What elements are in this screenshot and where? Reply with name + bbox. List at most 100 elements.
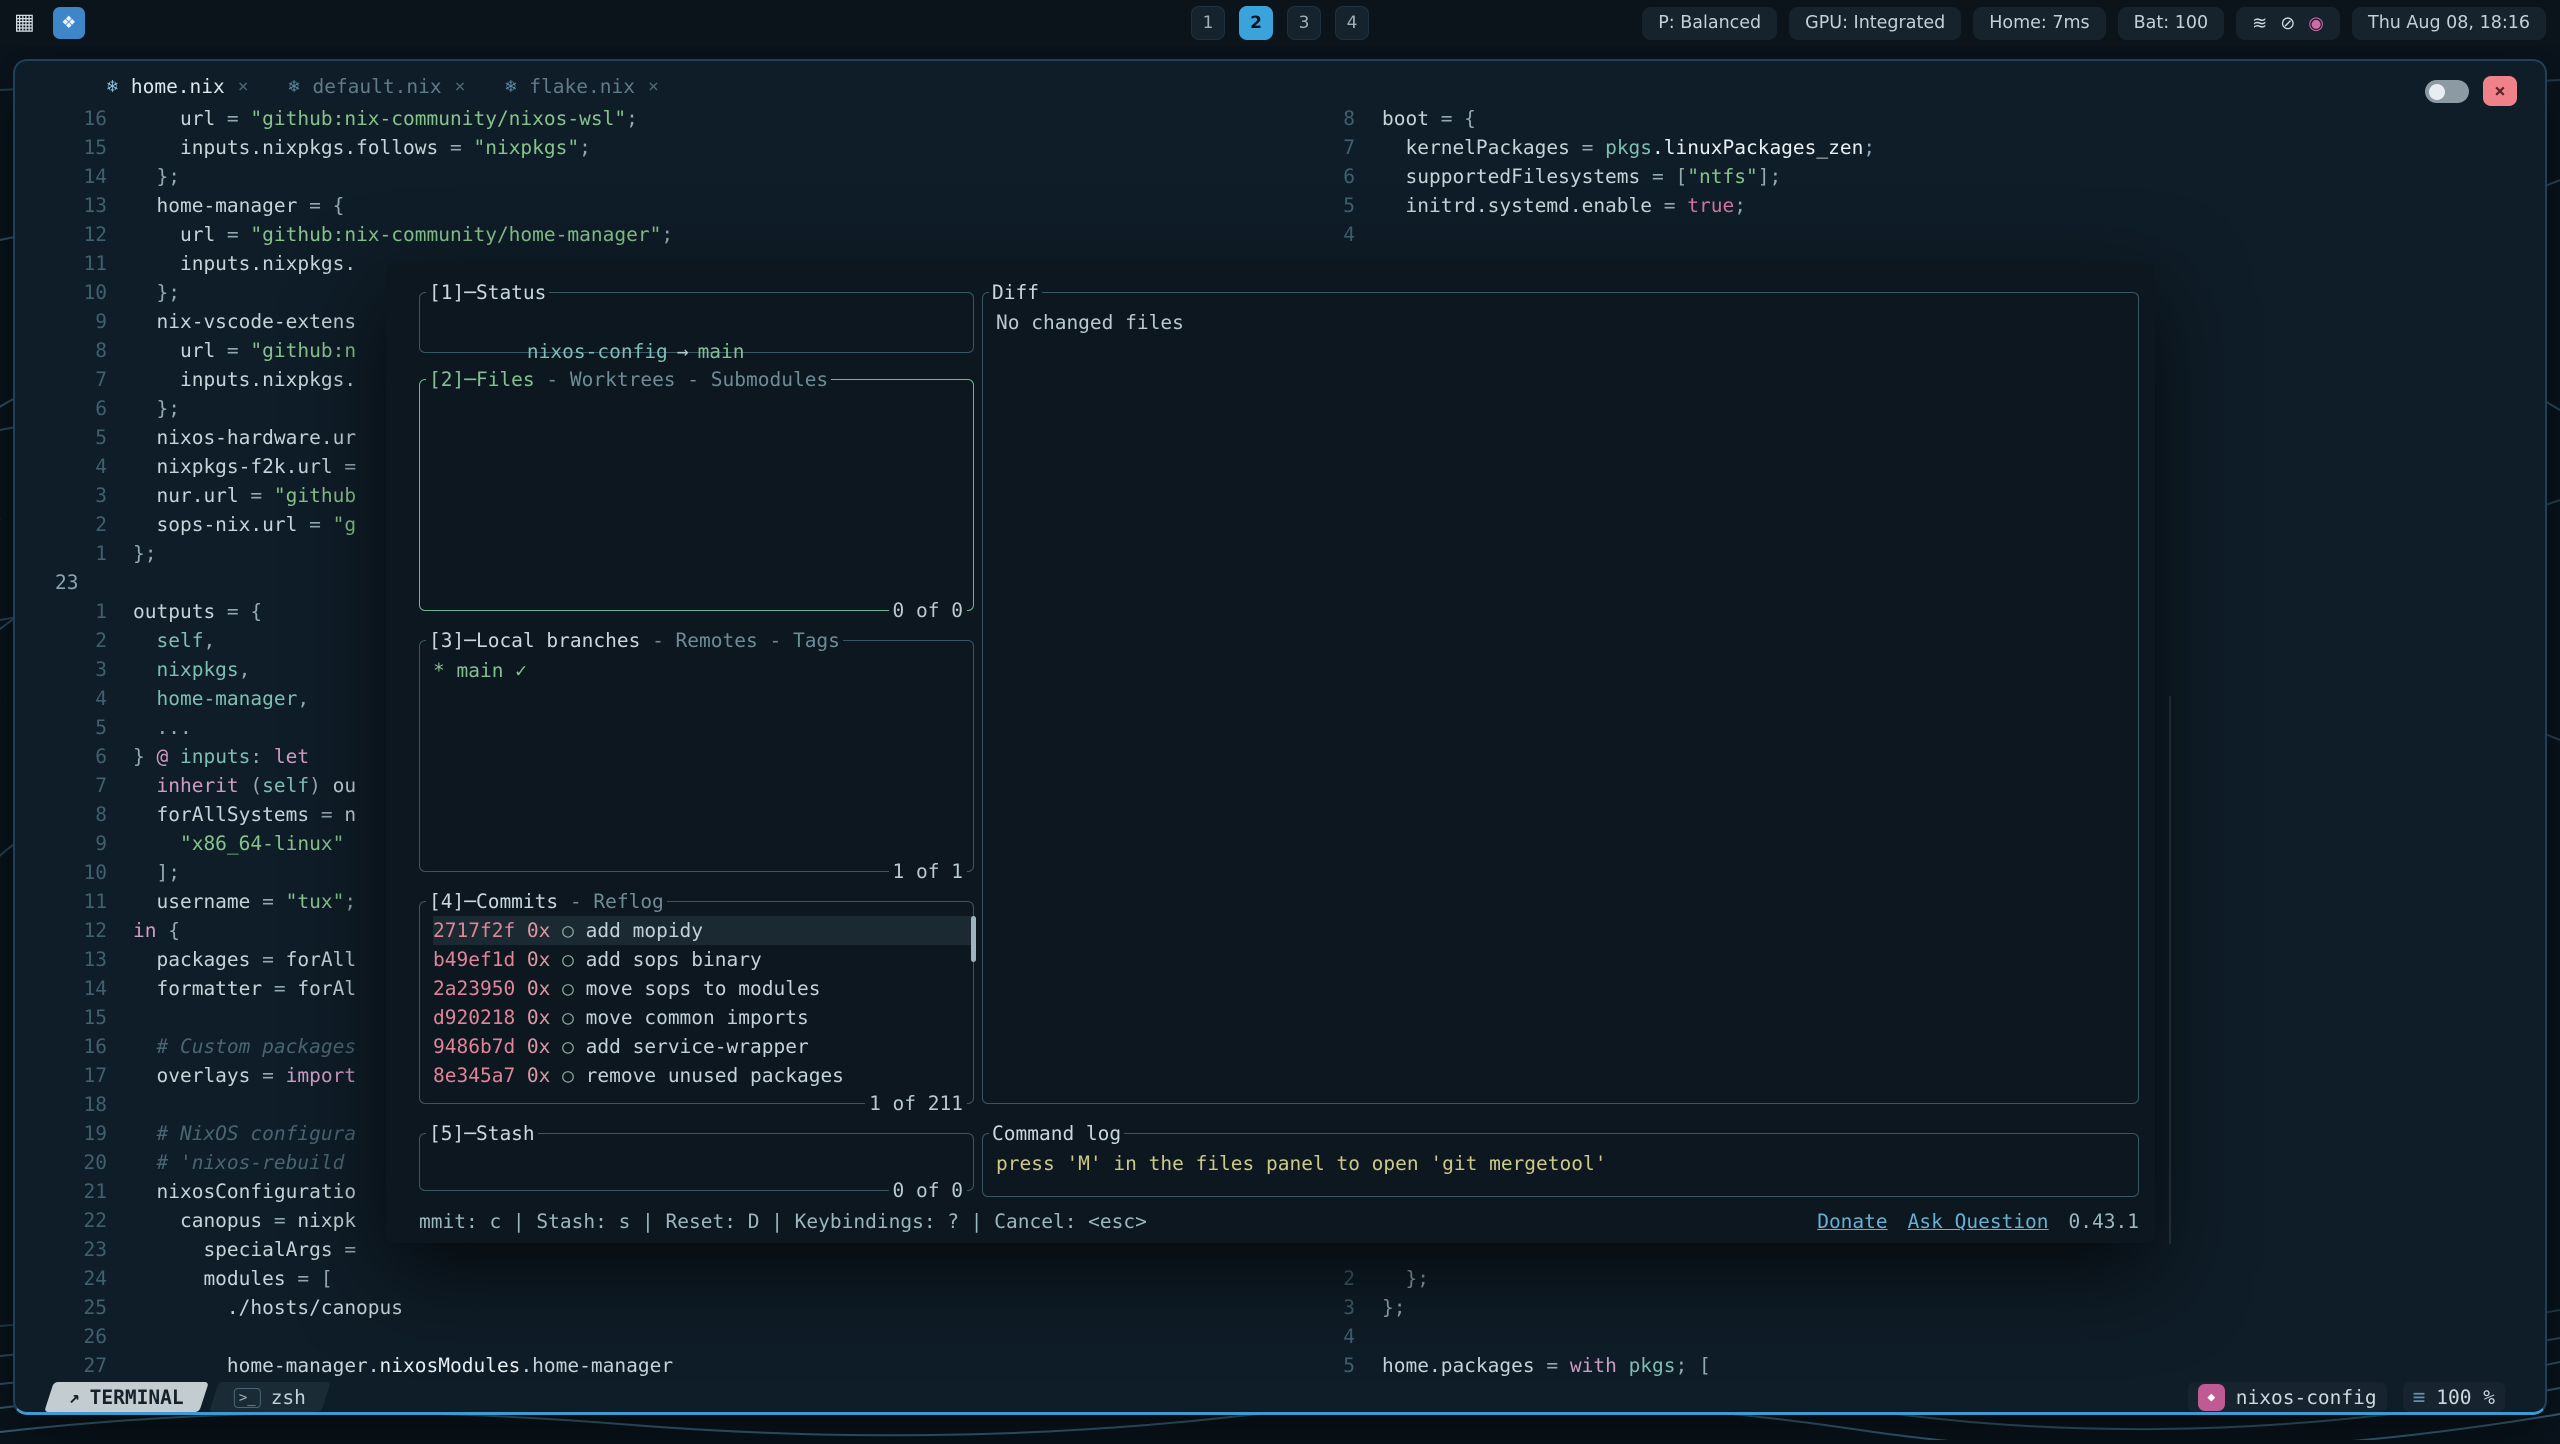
line-number: 13 — [15, 191, 123, 220]
workspace-button[interactable]: 3 — [1287, 6, 1321, 40]
files-panel-label: [2]─Files — [429, 365, 535, 394]
commit-message: add service-wrapper — [586, 1035, 809, 1058]
code-text: nur.url = "github — [133, 481, 356, 510]
code-line[interactable]: 15 inputs.nixpkgs.follows = "nixpkgs"; — [15, 133, 1245, 162]
code-line[interactable]: 26 — [15, 1322, 1245, 1351]
line-number: 23 — [15, 568, 163, 597]
status-panel[interactable]: [1]─Status nixos-config→main — [419, 292, 974, 353]
nix-icon: ❄ — [505, 76, 516, 97]
code-line[interactable]: 14 }; — [15, 162, 1245, 191]
line-number: 6 — [1255, 162, 1355, 191]
code-line[interactable]: 2 }; — [1255, 1264, 2135, 1293]
editor-tab[interactable]: ❄flake.nix× — [505, 75, 658, 98]
code-text: "x86_64-linux" — [133, 829, 344, 858]
line-number: 10 — [15, 278, 123, 307]
line-number: 6 — [15, 394, 123, 423]
session-icon: ◆ — [2198, 1384, 2225, 1411]
arrow-icon: → — [677, 340, 689, 363]
line-number: 5 — [1255, 1351, 1355, 1380]
code-text: in { — [133, 916, 180, 945]
workspace-button[interactable]: 1 — [1191, 6, 1225, 40]
commit-message: add sops binary — [586, 948, 762, 971]
code-text: sops-nix.url = "g — [133, 510, 356, 539]
system-tray[interactable]: ≋⊘◉ — [2236, 7, 2340, 40]
code-text: inputs.nixpkgs. — [133, 365, 356, 394]
code-text: home.packages = with pkgs; [ — [1382, 1351, 1711, 1380]
workspace-button[interactable]: 4 — [1335, 6, 1369, 40]
files-panel[interactable]: [2]─Files - Worktrees - Submodules 0 of … — [419, 379, 974, 611]
clock-pill[interactable]: Thu Aug 08, 18:16 — [2352, 7, 2546, 40]
code-line[interactable]: 3}; — [1255, 1293, 2135, 1322]
code-line[interactable]: 5 home.packages = with pkgs; [ — [1255, 1351, 2135, 1380]
list-icon: ≡ — [2413, 1385, 2426, 1409]
commit-row[interactable]: 8e345a7 0x ○ remove unused packages — [433, 1061, 973, 1090]
line-number: 23 — [15, 1235, 123, 1264]
app-icon[interactable]: ❖ — [53, 7, 85, 39]
battery-pill[interactable]: Bat: 100 — [2118, 7, 2224, 40]
commits-scrollbar[interactable] — [971, 916, 976, 962]
top-status-bar: ▦ ❖ 1234 P: Balanced GPU: Integrated Hom… — [0, 0, 2560, 46]
topbar-right: P: Balanced GPU: Integrated Home: 7ms Ba… — [1642, 7, 2546, 40]
diff-content: No changed files — [983, 293, 2138, 337]
commit-row[interactable]: d920218 0x ○ move common imports — [433, 1003, 973, 1032]
code-text: formatter = forAl — [133, 974, 356, 1003]
commit-message: move common imports — [586, 1006, 809, 1029]
code-text: url = "github:nix-community/home-manager… — [133, 220, 673, 249]
launcher-icon[interactable]: ▦ — [14, 12, 35, 34]
topbar-left: ▦ ❖ — [14, 7, 85, 39]
code-line[interactable]: 4 — [1255, 220, 2135, 249]
line-number: 2 — [1255, 1264, 1355, 1293]
gpu-pill[interactable]: GPU: Integrated — [1789, 7, 1961, 40]
shell-label: zsh — [271, 1386, 306, 1409]
code-text: # NixOS configura — [133, 1119, 356, 1148]
code-line[interactable]: 8boot = { — [1255, 104, 2135, 133]
code-line[interactable]: 24 modules = [ — [15, 1264, 1245, 1293]
stash-panel[interactable]: [5]─Stash 0 of 0 — [419, 1133, 974, 1191]
code-line[interactable]: 16 url = "github:nix-community/nixos-wsl… — [15, 104, 1245, 133]
line-number: 2 — [15, 510, 123, 539]
latency-pill[interactable]: Home: 7ms — [1973, 7, 2105, 40]
command-log-panel[interactable]: Command log press 'M' in the files panel… — [982, 1133, 2139, 1197]
power-profile-pill[interactable]: P: Balanced — [1642, 7, 1777, 40]
diff-panel-label: Diff — [992, 278, 1039, 307]
commits-panel[interactable]: [4]─Commits - Reflog 2717f2f 0x ○ add mo… — [419, 901, 974, 1104]
code-line[interactable]: 4 — [1255, 1322, 2135, 1351]
code-text: inputs.nixpkgs.follows = "nixpkgs"; — [133, 133, 591, 162]
code-line[interactable]: 27 home-manager.nixosModules.home-manage… — [15, 1351, 1245, 1380]
commit-row[interactable]: b49ef1d 0x ○ add sops binary — [433, 945, 973, 974]
commit-icon: ○ — [562, 1035, 585, 1058]
line-number: 10 — [15, 858, 123, 887]
code-line[interactable]: 25 ./hosts/canopus — [15, 1293, 1245, 1322]
editor-tab[interactable]: ❄default.nix× — [289, 75, 466, 98]
commit-hash: 9486b7d — [433, 1035, 527, 1058]
commit-row[interactable]: 2717f2f 0x ○ add mopidy — [433, 916, 973, 945]
tab-close-icon[interactable]: × — [455, 76, 466, 97]
window-toggle-pill[interactable] — [2425, 80, 2469, 103]
statusbar-right: ◆ nixos-config ≡ 100 % — [2188, 1382, 2505, 1412]
ask-question-link[interactable]: Ask Question — [1908, 1207, 2049, 1236]
code-text: overlays = import — [133, 1061, 356, 1090]
commit-row[interactable]: 9486b7d 0x ○ add service-wrapper — [433, 1032, 973, 1061]
branches-panel-label: [3]─Local branches — [429, 626, 640, 655]
code-line[interactable]: 7 kernelPackages = pkgs.linuxPackages_ze… — [1255, 133, 2135, 162]
donate-link[interactable]: Donate — [1817, 1207, 1887, 1236]
code-text: self, — [133, 626, 215, 655]
code-line[interactable]: 13 home-manager = { — [15, 191, 1245, 220]
code-line[interactable]: 12 url = "github:nix-community/home-mana… — [15, 220, 1245, 249]
code-text: }; — [1382, 1293, 1405, 1322]
window-close-button[interactable]: × — [2483, 76, 2517, 106]
mode-label: TERMINAL — [90, 1386, 184, 1409]
code-text: specialArgs = — [133, 1235, 356, 1264]
commit-message: add mopidy — [586, 919, 703, 942]
workspace-button[interactable]: 2 — [1239, 6, 1273, 40]
tab-close-icon[interactable]: × — [238, 76, 249, 97]
branches-panel-subtitle: - Remotes - Tags — [640, 626, 840, 655]
code-line[interactable]: 5 initrd.systemd.enable = true; — [1255, 191, 2135, 220]
tab-close-icon[interactable]: × — [648, 76, 659, 97]
commit-row[interactable]: 2a23950 0x ○ move sops to modules — [433, 974, 973, 1003]
editor-tab[interactable]: ❄home.nix× — [107, 75, 249, 98]
code-line[interactable]: 6 supportedFilesystems = ["ntfs"]; — [1255, 162, 2135, 191]
branches-panel[interactable]: [3]─Local branches - Remotes - Tags * ma… — [419, 640, 974, 872]
diff-panel[interactable]: Diff No changed files — [982, 292, 2139, 1104]
panel-title-command-log: Command log — [989, 1119, 1124, 1148]
